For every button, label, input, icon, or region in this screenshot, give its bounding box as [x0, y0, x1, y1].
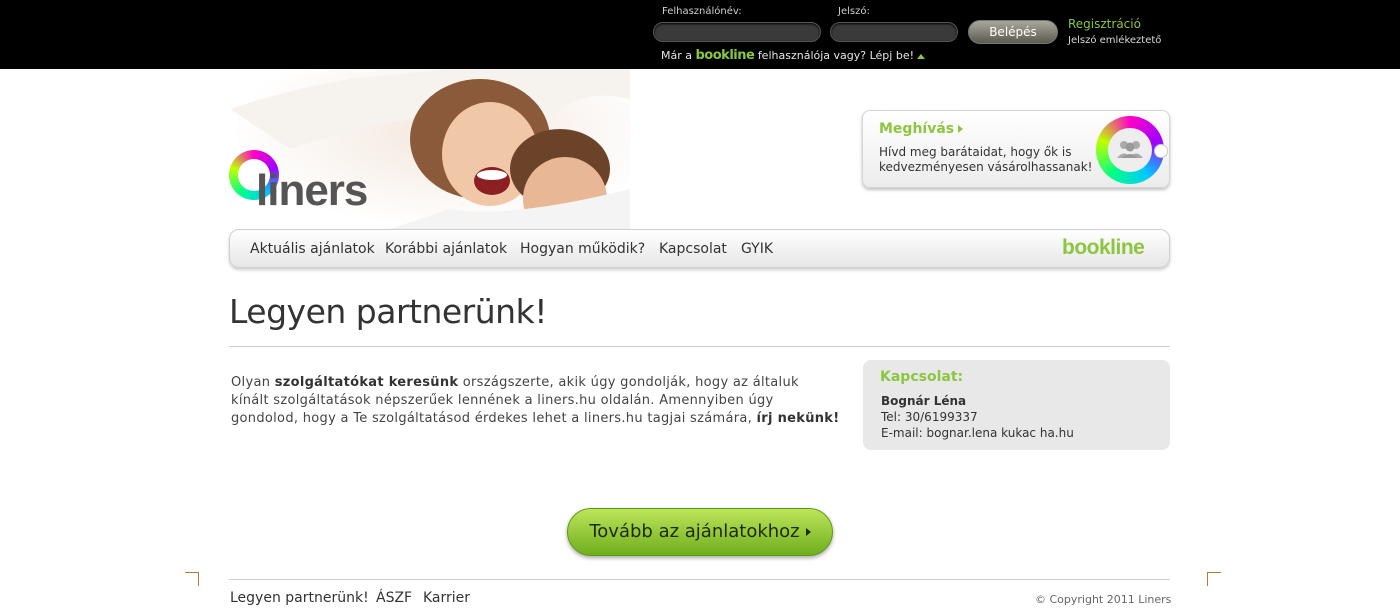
- corner-mark: [185, 572, 199, 586]
- top-login-bar: Felhasználónév: Jelszó: Belépés Regisztr…: [0, 0, 1400, 69]
- caret-up-icon: [917, 53, 925, 59]
- nav-item-contact[interactable]: Kapcsolat: [659, 241, 727, 257]
- liners-logo[interactable]: liners: [256, 166, 368, 216]
- footer-link-careers[interactable]: Karrier: [423, 590, 470, 606]
- contact-box: Kapcsolat: Bognár Léna Tel: 30/6199337 E…: [863, 360, 1170, 450]
- nav-item-past-offers[interactable]: Korábbi ajánlatok: [385, 241, 507, 257]
- chevron-right-icon: [958, 125, 964, 133]
- contact-phone: Tel: 30/6199337: [881, 410, 978, 424]
- nav-item-how-it-works[interactable]: Hogyan működik?: [520, 241, 645, 257]
- main-nav: Aktuális ajánlatok Korábbi ajánlatok Hog…: [229, 229, 1170, 268]
- nav-item-current-offers[interactable]: Aktuális ajánlatok: [250, 241, 375, 257]
- footer-divider: [229, 579, 1170, 580]
- forgot-password-link[interactable]: Jelszó emlékeztető: [1068, 35, 1161, 46]
- invite-title[interactable]: Meghívás: [879, 121, 964, 137]
- page-title: Legyen partnerünk!: [229, 292, 547, 331]
- already-prefix: Már a: [661, 49, 692, 62]
- contact-email: E-mail: bognar.lena kukac ha.hu: [881, 426, 1074, 440]
- bookline-logo[interactable]: bookline: [1062, 236, 1145, 260]
- invite-description: Hívd meg barátaidat, hogy ők is kedvezmé…: [879, 145, 1093, 174]
- footer-link-terms[interactable]: ÁSZF: [376, 590, 412, 606]
- chevron-right-icon: [805, 528, 811, 536]
- password-input[interactable]: [830, 22, 958, 42]
- footer-link-partner[interactable]: Legyen partnerünk!: [230, 590, 369, 606]
- bookline-brand-text: bookline: [695, 48, 755, 63]
- login-button[interactable]: Belépés: [968, 20, 1058, 44]
- password-label: Jelszó:: [838, 6, 870, 17]
- contact-title: Kapcsolat:: [880, 369, 964, 385]
- copyright: © Copyright 2011 Liners: [1035, 593, 1172, 606]
- invite-box[interactable]: Meghívás Hívd meg barátaidat, hogy ők is…: [862, 110, 1170, 188]
- register-link[interactable]: Regisztráció: [1068, 17, 1141, 31]
- partner-description: Olyan szolgáltatókat keresünk országszer…: [231, 375, 840, 426]
- corner-mark: [1207, 572, 1221, 586]
- people-icon: [1117, 141, 1143, 158]
- already-suffix: felhasználója vagy? Lépj be!: [757, 49, 914, 62]
- divider: [229, 346, 1170, 347]
- invite-ring-icon: [1096, 116, 1168, 184]
- username-label: Felhasználónév:: [662, 6, 742, 17]
- continue-to-offers-button[interactable]: Tovább az ajánlatokhoz: [567, 508, 833, 556]
- already-user-prompt[interactable]: Már a bookline felhasználója vagy? Lépj …: [661, 48, 925, 63]
- username-input[interactable]: [653, 22, 821, 42]
- nav-item-faq[interactable]: GYIK: [741, 241, 773, 257]
- contact-name: Bognár Léna: [881, 394, 967, 408]
